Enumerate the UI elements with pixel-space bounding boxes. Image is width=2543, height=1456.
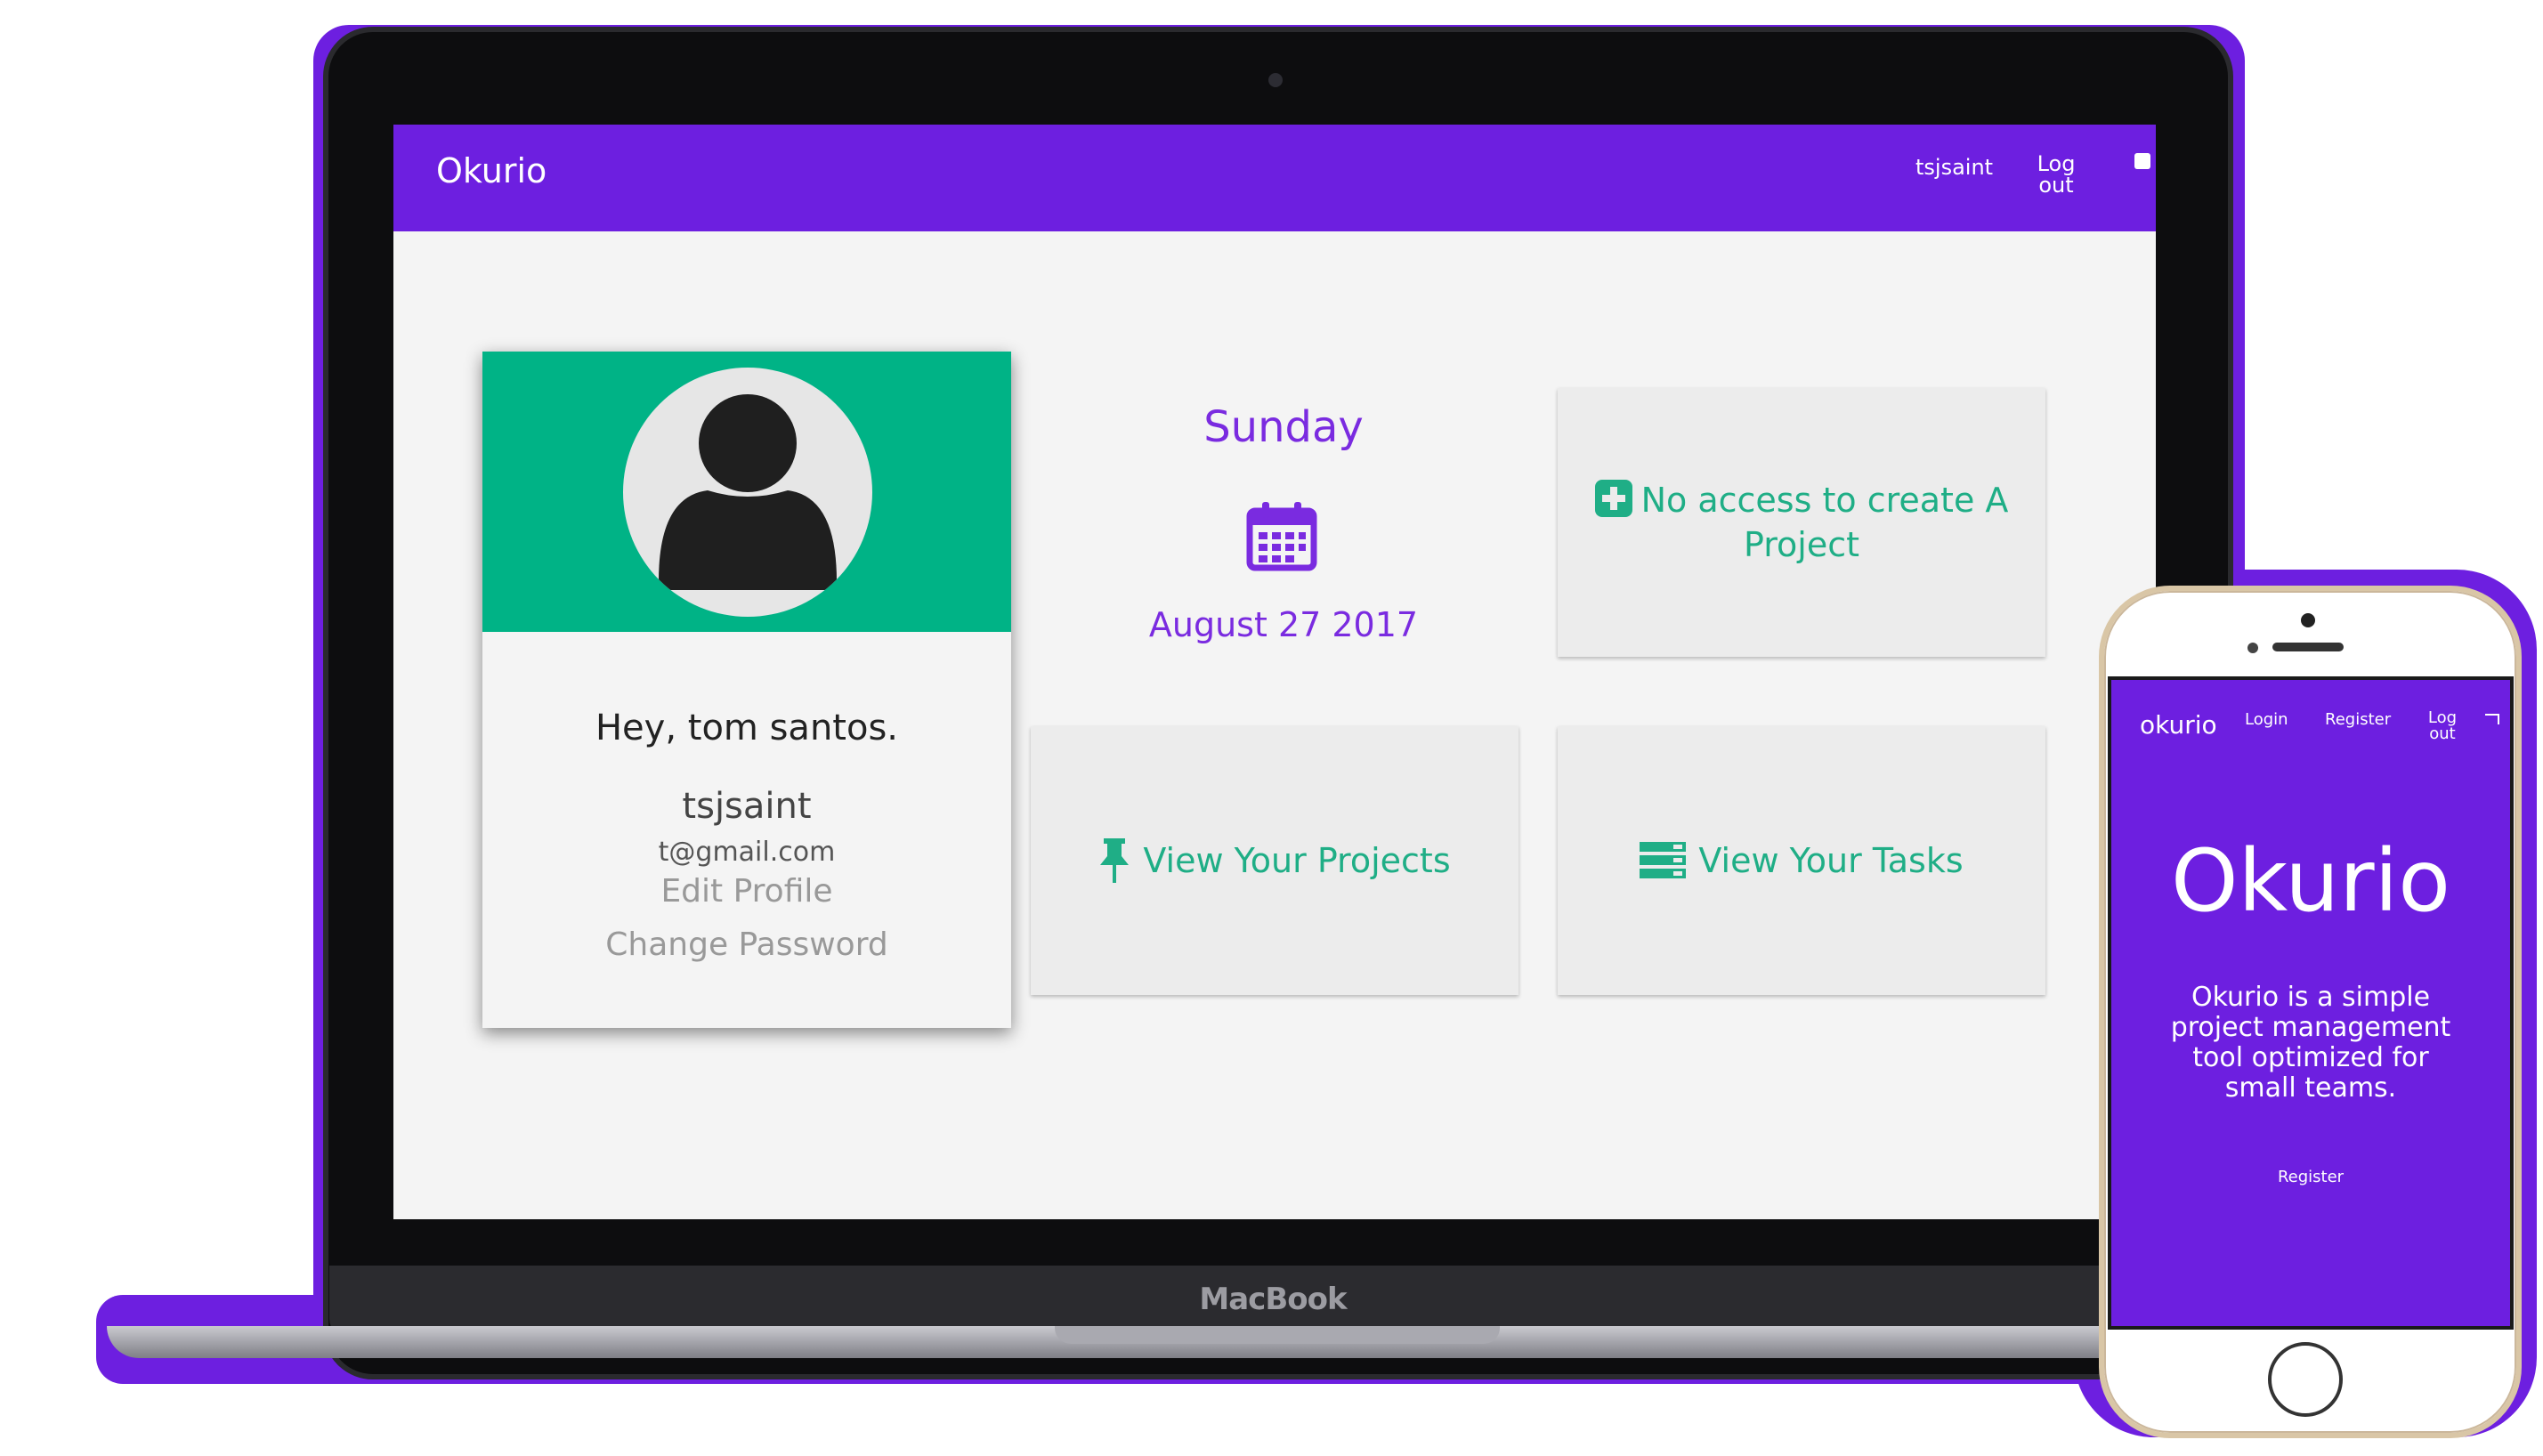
view-tasks-tile[interactable]: View Your Tasks	[1558, 726, 2045, 995]
avatar	[623, 368, 872, 617]
navbar-username-link[interactable]: tsjsaint	[1915, 155, 1993, 180]
tasks-list-icon	[1640, 842, 1687, 878]
phone-nav-logout[interactable]: Log out	[2425, 710, 2460, 742]
plus-square-icon	[1594, 480, 1632, 517]
edit-profile-link[interactable]: Edit Profile	[482, 873, 1011, 910]
phone-speaker	[2272, 643, 2344, 651]
user-silhouette-icon	[659, 394, 837, 590]
phone-nav-register[interactable]: Register	[2325, 710, 2391, 729]
phone-camera	[2301, 613, 2315, 627]
view-tasks-label: View Your Tasks	[1698, 841, 1964, 880]
profile-email: t@gmail.com	[658, 837, 836, 868]
pin-icon	[1100, 838, 1130, 883]
create-project-tile[interactable]: No access to create A Project	[1558, 388, 2045, 657]
create-project-label: No access to create A Project	[1640, 481, 2009, 564]
view-projects-tile[interactable]: View Your Projects	[1031, 726, 1519, 995]
phone-register-button[interactable]: Register	[2111, 1168, 2510, 1186]
view-projects-label: View Your Projects	[1143, 841, 1451, 880]
phone-menu-toggle-icon[interactable]	[2485, 714, 2499, 724]
menu-toggle-icon[interactable]	[2134, 153, 2150, 169]
profile-card-header	[482, 352, 1011, 632]
phone-nav-login[interactable]: Login	[2245, 710, 2288, 729]
phone-hero-title: Okurio	[2171, 831, 2450, 931]
phone-sensor	[2247, 643, 2258, 653]
navbar: Okurio tsjsaint Log out	[393, 125, 2156, 231]
change-password-link[interactable]: Change Password	[482, 926, 1011, 963]
laptop-camera	[1268, 73, 1283, 87]
profile-card: Hey, tom santos. tsjsaint t@gmail.com Ed…	[482, 352, 1011, 1028]
laptop-notch	[1055, 1326, 1500, 1344]
day-label: Sunday	[1203, 402, 1364, 452]
phone-hero-tagline: Okurio is a simple project management to…	[2170, 982, 2451, 1104]
laptop-brand-label: MacBook	[1199, 1282, 1347, 1317]
profile-greeting: Hey, tom santos.	[595, 708, 899, 748]
date-label: August 27 2017	[1148, 605, 1419, 644]
calendar-icon	[1244, 498, 1319, 573]
phone-nav-brand[interactable]: okurio	[2140, 710, 2217, 740]
navbar-logout-link[interactable]: Log out	[2031, 153, 2081, 196]
phone-screen: okurio Login Register Log out Okurio Oku…	[2108, 676, 2514, 1330]
phone-home-button[interactable]	[2268, 1342, 2343, 1417]
navbar-brand[interactable]: Okurio	[436, 151, 547, 190]
profile-username: tsjsaint	[682, 786, 812, 827]
laptop-screen: Okurio tsjsaint Log out Hey, tom santos.…	[393, 125, 2156, 1219]
